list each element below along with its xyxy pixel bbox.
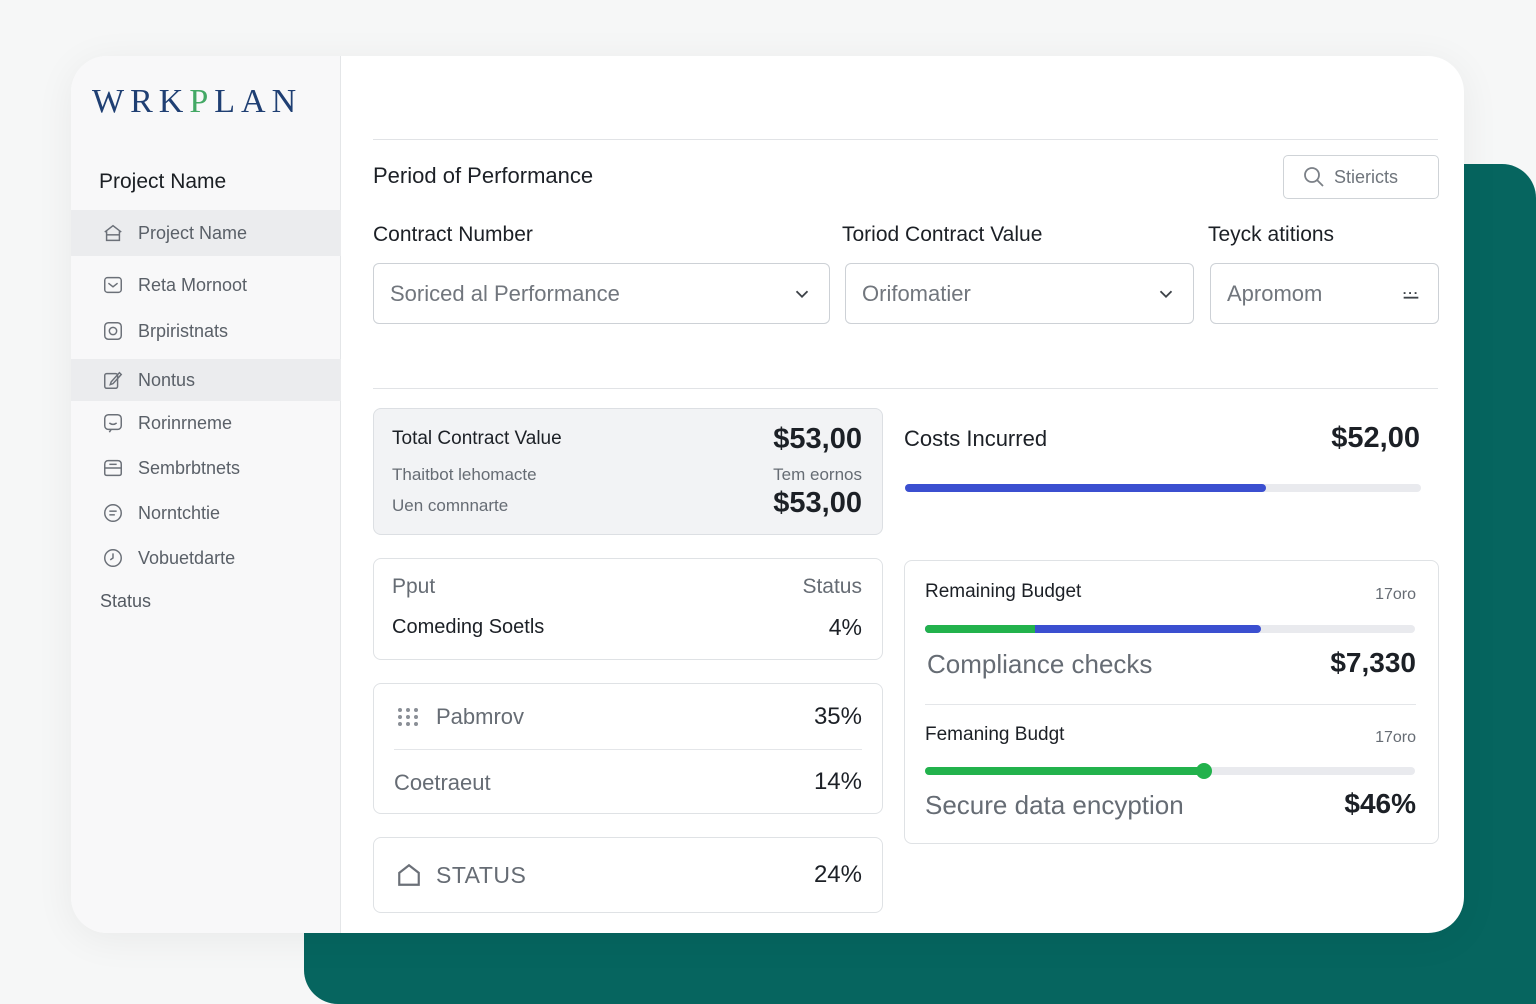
contract-value-value: Orifomatier — [862, 280, 971, 306]
costs-incurred-value: $52,00 — [1331, 422, 1420, 454]
total-contract-row2-value: $53,00 — [773, 487, 862, 519]
contract-value-label: Toriod Contract Value — [842, 223, 1043, 246]
costs-incurred-progress — [905, 484, 1421, 492]
budget-section2-green-fill — [925, 767, 1205, 775]
folder-icon — [101, 456, 125, 480]
sidebar-title: Project Name — [99, 170, 227, 193]
metrics-row-label: Coetraeut — [394, 770, 491, 795]
status-card-left-header: Pput — [392, 575, 436, 598]
metrics-row-label: Pabmrov — [436, 704, 525, 729]
slider-handle[interactable] — [1196, 763, 1213, 779]
tech-label: Teyck atitions — [1208, 223, 1335, 246]
sidebar-item-project-name[interactable]: Project Name — [71, 210, 341, 256]
contract-number-label: Contract Number — [373, 223, 533, 246]
total-contract-row1-right: Tem eornos — [773, 465, 862, 484]
tech-select[interactable]: Apromom — [1210, 263, 1439, 324]
total-contract-title: Total Contract Value — [392, 428, 562, 449]
status-card: Pput Status Comeding Soetls 4% — [373, 558, 883, 660]
chevron-down-icon — [791, 283, 813, 305]
status-bottom-card: STATUS 24% — [373, 837, 883, 913]
sidebar-item-nontus[interactable]: Nontus — [71, 359, 341, 401]
sidebar-item-norntchtie[interactable]: Norntchtie — [71, 490, 341, 536]
sidebar-item-label: Nontus — [138, 369, 196, 390]
sidebar: WRKPLAN Project Name Project Name Reta M… — [71, 56, 341, 933]
mail-icon — [101, 273, 125, 297]
costs-incurred-progress-fill — [905, 484, 1267, 492]
contract-value-select[interactable]: Orifomatier — [845, 263, 1194, 324]
total-contract-value: $53,00 — [773, 423, 862, 455]
total-contract-card: Total Contract Value $53,00 Thaitbot leh… — [373, 408, 883, 535]
sidebar-item-label: Norntchtie — [138, 502, 221, 523]
sidebar-item-label: Vobuetdarte — [138, 547, 236, 568]
sidebar-item-label: Sembrbtnets — [138, 457, 241, 478]
status-bottom-value: 24% — [813, 861, 862, 888]
metrics-row-value: 14% — [813, 768, 862, 795]
budget-section2-meta: 17oro — [1375, 729, 1416, 746]
sidebar-status-label[interactable]: Status — [100, 591, 151, 612]
clock-icon — [101, 546, 125, 570]
budget-card: Remaining Budget 17oro Compliance checks… — [904, 560, 1439, 844]
budget-section2-sub-label: Secure data encyption — [925, 790, 1184, 820]
main-content: Period of Performance Stiericts Contract… — [342, 56, 1464, 933]
sidebar-item-reta-mornoot[interactable]: Reta Mornoot — [71, 262, 341, 308]
sidebar-item-vobuetdarte[interactable]: Vobuetdarte — [71, 535, 341, 581]
status-bottom-label: STATUS — [436, 862, 527, 888]
budget-section1-sub-label: Compliance checks — [927, 649, 1153, 679]
message-icon — [101, 501, 125, 525]
budget-section1-progress — [925, 625, 1415, 633]
budget-section2-slider[interactable] — [925, 763, 1415, 779]
search-icon — [1302, 165, 1326, 189]
budget-section1-meta: 17oro — [1375, 586, 1416, 603]
budget-section1-sub-value: $7,330 — [1330, 647, 1416, 678]
chevron-down-icon — [1155, 283, 1177, 305]
more-icon — [1400, 283, 1422, 305]
costs-incurred-label: Costs Incurred — [904, 426, 1048, 451]
budget-section2-title: Femaning Budgt — [925, 724, 1065, 745]
tech-value: Apromom — [1227, 280, 1323, 306]
budget-section2-sub-value: $46% — [1344, 788, 1416, 819]
metrics-card: Pabmrov 35% Coetraeut 14% — [373, 683, 883, 814]
search-placeholder: Stiericts — [1334, 166, 1399, 187]
home-icon — [101, 221, 125, 245]
total-contract-row1-label: Thaitbot lehomacte — [392, 465, 537, 484]
search-input[interactable]: Stiericts — [1283, 155, 1439, 199]
status-card-row-label: Comeding Soetls — [392, 616, 545, 638]
app-window: WRKPLAN Project Name Project Name Reta M… — [71, 56, 1464, 933]
page-title: Period of Performance — [373, 163, 594, 188]
divider — [394, 749, 862, 750]
budget-section1-title: Remaining Budget — [925, 581, 1082, 602]
app-logo[interactable]: WRKPLAN — [92, 83, 302, 120]
sidebar-item-label: Project Name — [138, 222, 248, 243]
chat-icon — [101, 411, 125, 435]
budget-section1-green-fill — [925, 625, 1036, 633]
sidebar-item-label: Rorinrneme — [138, 412, 233, 433]
divider — [925, 704, 1416, 705]
camera-icon — [101, 319, 125, 343]
sidebar-item-label: Brpiristnats — [138, 320, 229, 341]
sidebar-item-sembrbtnets[interactable]: Sembrbtnets — [71, 445, 341, 491]
divider — [373, 139, 1438, 140]
sidebar-item-brpiristnats[interactable]: Brpiristnats — [71, 308, 341, 354]
total-contract-row2-label: Uen comnnarte — [392, 496, 509, 515]
house-icon — [396, 862, 422, 888]
divider — [373, 388, 1438, 389]
status-card-right-header: Status — [802, 575, 862, 598]
metrics-row-value: 35% — [813, 703, 862, 730]
sidebar-item-rorinrneme[interactable]: Rorinrneme — [71, 400, 341, 446]
contract-number-value: Soriced al Performance — [390, 280, 620, 306]
sidebar-item-label: Reta Mornoot — [138, 274, 248, 295]
grid-icon — [396, 705, 422, 729]
status-card-row-value: 4% — [828, 614, 862, 640]
contract-number-select[interactable]: Soriced al Performance — [373, 263, 830, 324]
edit-icon — [101, 368, 125, 392]
